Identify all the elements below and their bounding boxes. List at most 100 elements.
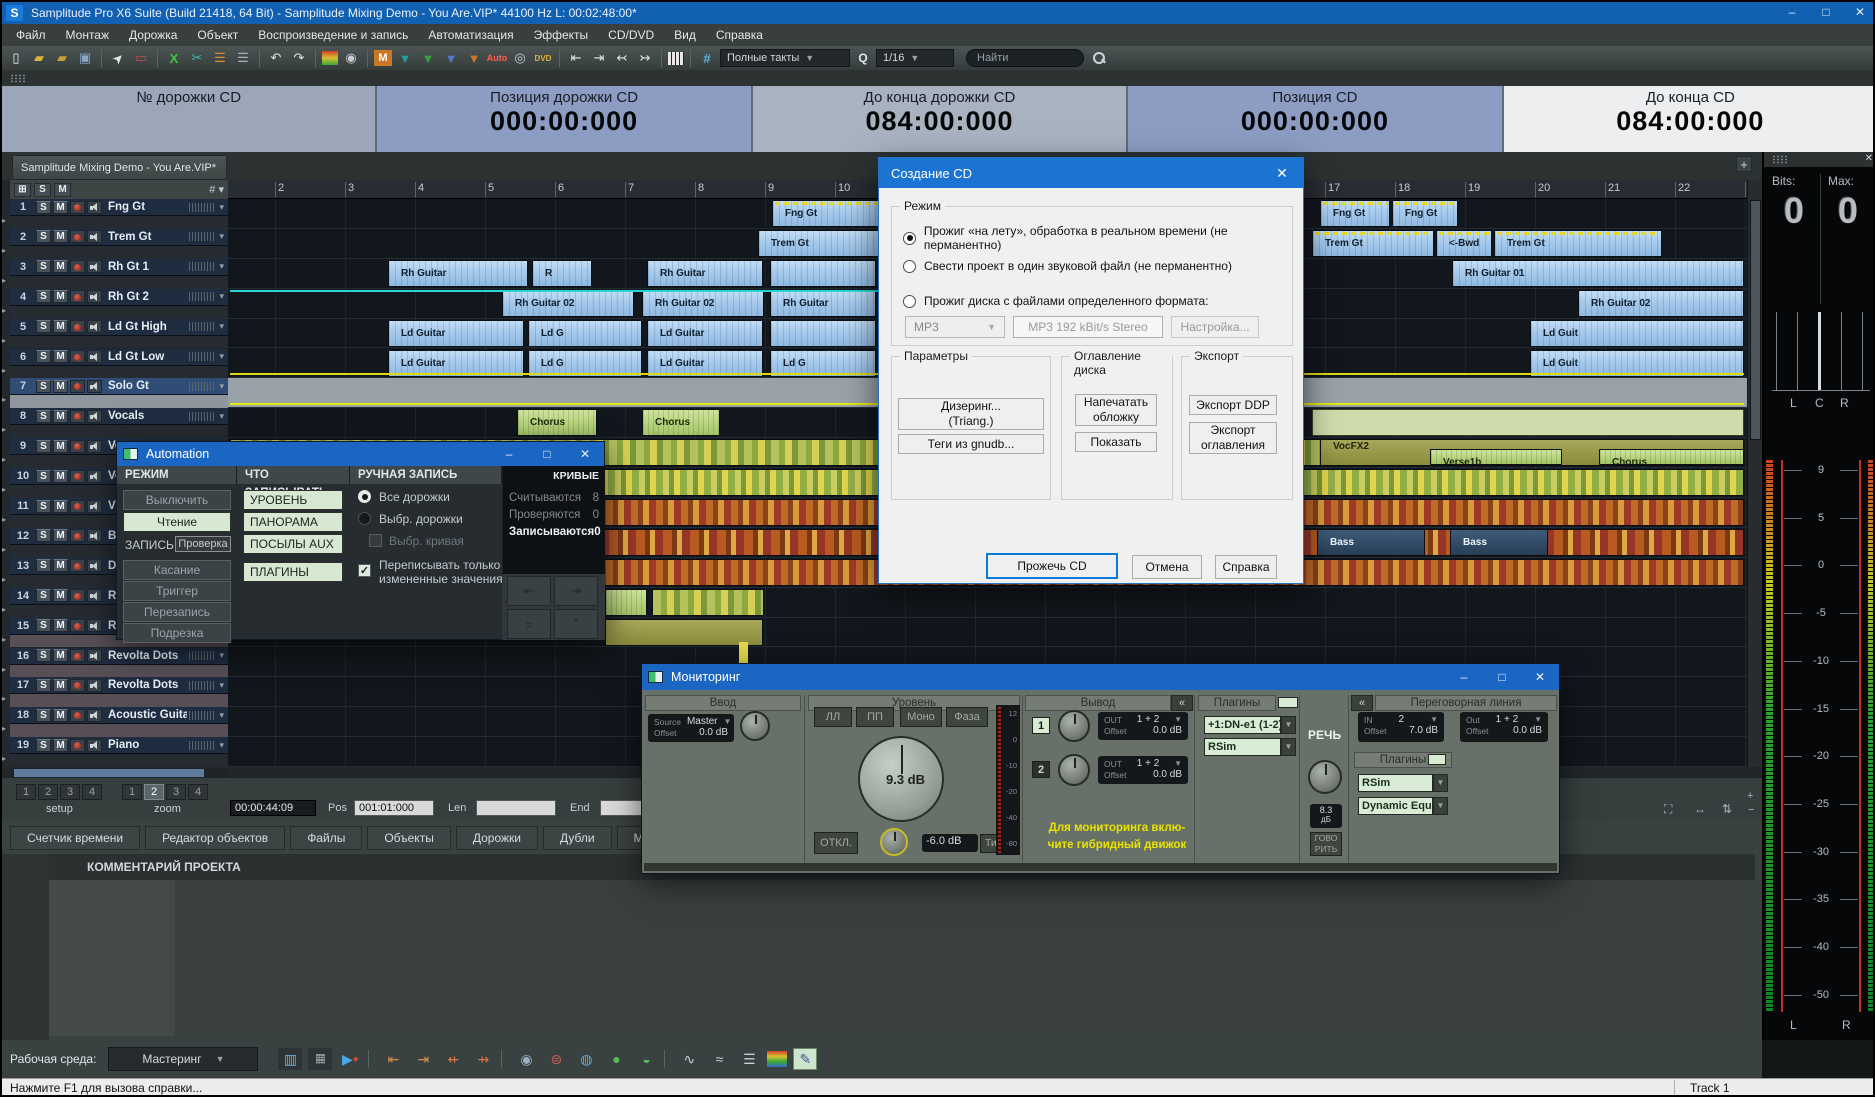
track-arrow-icon[interactable]: ▸ bbox=[2, 366, 6, 375]
what-button-1[interactable]: ПАНОРАМА bbox=[243, 512, 343, 532]
monitor-speaker-icon[interactable] bbox=[87, 589, 102, 603]
object-lasso-icon[interactable]: ☰ bbox=[210, 49, 230, 68]
metronome-icon[interactable]: ◒ bbox=[634, 1048, 658, 1070]
audio-clip[interactable]: Ld Guit bbox=[1530, 319, 1744, 347]
curve-node-add-icon[interactable]: ⌅ bbox=[507, 609, 551, 639]
time-display[interactable]: 00:00:44:09 bbox=[230, 800, 316, 816]
mute-button[interactable]: M bbox=[53, 499, 68, 513]
vertical-scrollbar[interactable] bbox=[1747, 180, 1762, 767]
dock-tab[interactable]: Дорожки bbox=[455, 826, 538, 850]
output-2-knob[interactable] bbox=[1058, 754, 1090, 786]
monitor-speaker-icon[interactable] bbox=[87, 200, 102, 214]
record-mode-2[interactable]: Перезапись bbox=[123, 602, 231, 622]
zoom-preset-button-4[interactable]: 4 bbox=[188, 784, 208, 800]
audio-clip[interactable]: Fng Gt bbox=[1392, 200, 1458, 227]
audio-clip[interactable]: Rh Guitar bbox=[770, 289, 876, 317]
audio-clip[interactable]: Ld Guitar bbox=[647, 319, 763, 347]
setup-button-1[interactable]: 1 bbox=[16, 784, 36, 800]
audio-clip[interactable]: <-Bwd bbox=[1436, 229, 1492, 257]
track-arrow-icon[interactable]: ▸ bbox=[2, 306, 6, 315]
help-button[interactable]: Справка bbox=[1215, 555, 1277, 579]
record-arm-icon[interactable] bbox=[70, 439, 85, 453]
menu-Автоматизация[interactable]: Автоматизация bbox=[418, 25, 523, 45]
audio-clip[interactable]: R bbox=[532, 259, 592, 287]
audio-clip[interactable] bbox=[770, 319, 876, 347]
what-button-2[interactable]: ПОСЫЛЫ AUX bbox=[243, 534, 343, 554]
track-name[interactable]: Solo Gt bbox=[104, 380, 187, 392]
track-list-scrollbar[interactable] bbox=[12, 768, 228, 778]
track-arrow-icon[interactable]: ▸ bbox=[2, 694, 6, 703]
cd-dialog-titlebar[interactable]: Создание CD ✕ bbox=[879, 158, 1303, 188]
grip-icon[interactable] bbox=[10, 74, 26, 83]
grip-icon[interactable] bbox=[1772, 155, 1788, 164]
solo-button[interactable]: S bbox=[36, 469, 51, 483]
close-button[interactable]: ✕ bbox=[1843, 2, 1873, 24]
record-arm-icon[interactable] bbox=[70, 469, 85, 483]
track-fx-blue-icon[interactable]: ▼ bbox=[441, 49, 461, 68]
curve-prev-icon[interactable]: ⇤ bbox=[507, 576, 551, 606]
output-2-button[interactable]: 2 bbox=[1032, 761, 1050, 778]
solo-button[interactable]: S bbox=[36, 409, 51, 423]
mute-button[interactable]: M bbox=[53, 649, 68, 662]
verify-button[interactable]: Проверка bbox=[175, 536, 231, 552]
curve-lasso-icon[interactable]: ☰ bbox=[233, 49, 253, 68]
audio-clip[interactable]: Verse1b bbox=[1430, 449, 1562, 466]
save-icon[interactable]: ▣ bbox=[75, 49, 95, 68]
input-gain-knob[interactable] bbox=[740, 711, 770, 741]
record-arm-icon[interactable] bbox=[70, 200, 85, 214]
track-arrow-icon[interactable]: ▸ bbox=[2, 515, 6, 524]
meter-panel-titlebar[interactable]: ✕ bbox=[1764, 152, 1873, 167]
phase-button[interactable]: Фаза bbox=[946, 707, 988, 727]
dim-knob[interactable] bbox=[880, 828, 908, 856]
solo-button[interactable]: S bbox=[36, 439, 51, 453]
track-arrow-icon[interactable]: ▸ bbox=[2, 754, 6, 763]
monitor-speaker-icon[interactable] bbox=[87, 320, 102, 334]
global-solo-button[interactable]: S bbox=[34, 182, 51, 197]
monitor-speaker-icon[interactable] bbox=[87, 529, 102, 543]
open-project-icon[interactable]: ▰ bbox=[29, 49, 49, 68]
workspace-dropdown[interactable]: Мастеринг ▼ bbox=[108, 1047, 259, 1071]
output-1-button[interactable]: 1 bbox=[1032, 717, 1050, 734]
monitoring-titlebar[interactable]: Мониторинг – □ ✕ bbox=[642, 664, 1559, 690]
title-bar[interactable]: S Samplitude Pro X6 Suite (Build 21418, … bbox=[2, 2, 1873, 24]
track-header[interactable]: 7 S M Solo Gt ▾ bbox=[10, 378, 228, 396]
mute-button[interactable]: M bbox=[53, 439, 68, 453]
input-source-display[interactable]: Source Master ▼ Offset 0.0 dB bbox=[648, 714, 734, 742]
dock-tab[interactable]: Объекты bbox=[367, 826, 451, 850]
export-toc-button[interactable]: Экспорт оглавления bbox=[1189, 422, 1277, 454]
dock-tab[interactable]: Счетчик времени bbox=[10, 826, 141, 850]
show-toc-button[interactable]: Показать bbox=[1075, 432, 1157, 452]
talkback-plugins-checkbox[interactable] bbox=[1428, 754, 1446, 765]
mute-button[interactable]: M bbox=[53, 320, 68, 334]
talkback-in-display[interactable]: IN 2 ▼ Offset 7.0 dB bbox=[1358, 712, 1444, 742]
track-header[interactable]: 16 S M Revolta Dots ▾ bbox=[10, 647, 228, 665]
track-menu-icon[interactable]: ▾ bbox=[217, 261, 226, 272]
monitor-speaker-icon[interactable] bbox=[87, 678, 102, 692]
dock-tab[interactable]: Дубли bbox=[542, 826, 612, 850]
record-icon[interactable]: ◉ bbox=[341, 49, 361, 68]
track-arrow-icon[interactable]: ▸ bbox=[2, 665, 6, 674]
setup-button-2[interactable]: 2 bbox=[38, 784, 58, 800]
track-body[interactable] bbox=[10, 275, 228, 289]
audio-clip[interactable]: Bass bbox=[1317, 528, 1425, 556]
audio-clip[interactable]: Rh Guitar bbox=[388, 259, 528, 287]
track-fx-teal-icon[interactable]: ▼ bbox=[395, 49, 415, 68]
record-arm-icon[interactable] bbox=[70, 529, 85, 543]
project-tab[interactable]: Samplitude Mixing Demo - You Are.VIP* bbox=[12, 155, 227, 180]
track-body[interactable] bbox=[10, 425, 228, 439]
audio-clip[interactable] bbox=[605, 588, 647, 616]
loop-mode-icon[interactable]: ⊜ bbox=[544, 1048, 568, 1070]
minimize-icon[interactable]: – bbox=[490, 447, 528, 461]
marker-right-icon[interactable]: ⇸ bbox=[471, 1048, 495, 1070]
track-body[interactable] bbox=[10, 335, 228, 349]
what-button-3[interactable]: ПЛАГИНЫ bbox=[243, 562, 343, 582]
track-grid-icon[interactable]: ⊞ bbox=[14, 182, 31, 197]
export-ddp-button[interactable]: Экспорт DDP bbox=[1189, 395, 1277, 415]
search-input[interactable]: Найти bbox=[966, 49, 1084, 67]
audio-clip[interactable]: Chorus bbox=[517, 409, 597, 437]
solo-button[interactable]: S bbox=[36, 649, 51, 662]
automation-read-button[interactable]: Чтение bbox=[123, 512, 231, 532]
menu-Монтаж[interactable]: Монтаж bbox=[56, 25, 120, 45]
track-name[interactable]: Piano bbox=[104, 739, 187, 751]
marker-left-icon[interactable]: ⇷ bbox=[441, 1048, 465, 1070]
